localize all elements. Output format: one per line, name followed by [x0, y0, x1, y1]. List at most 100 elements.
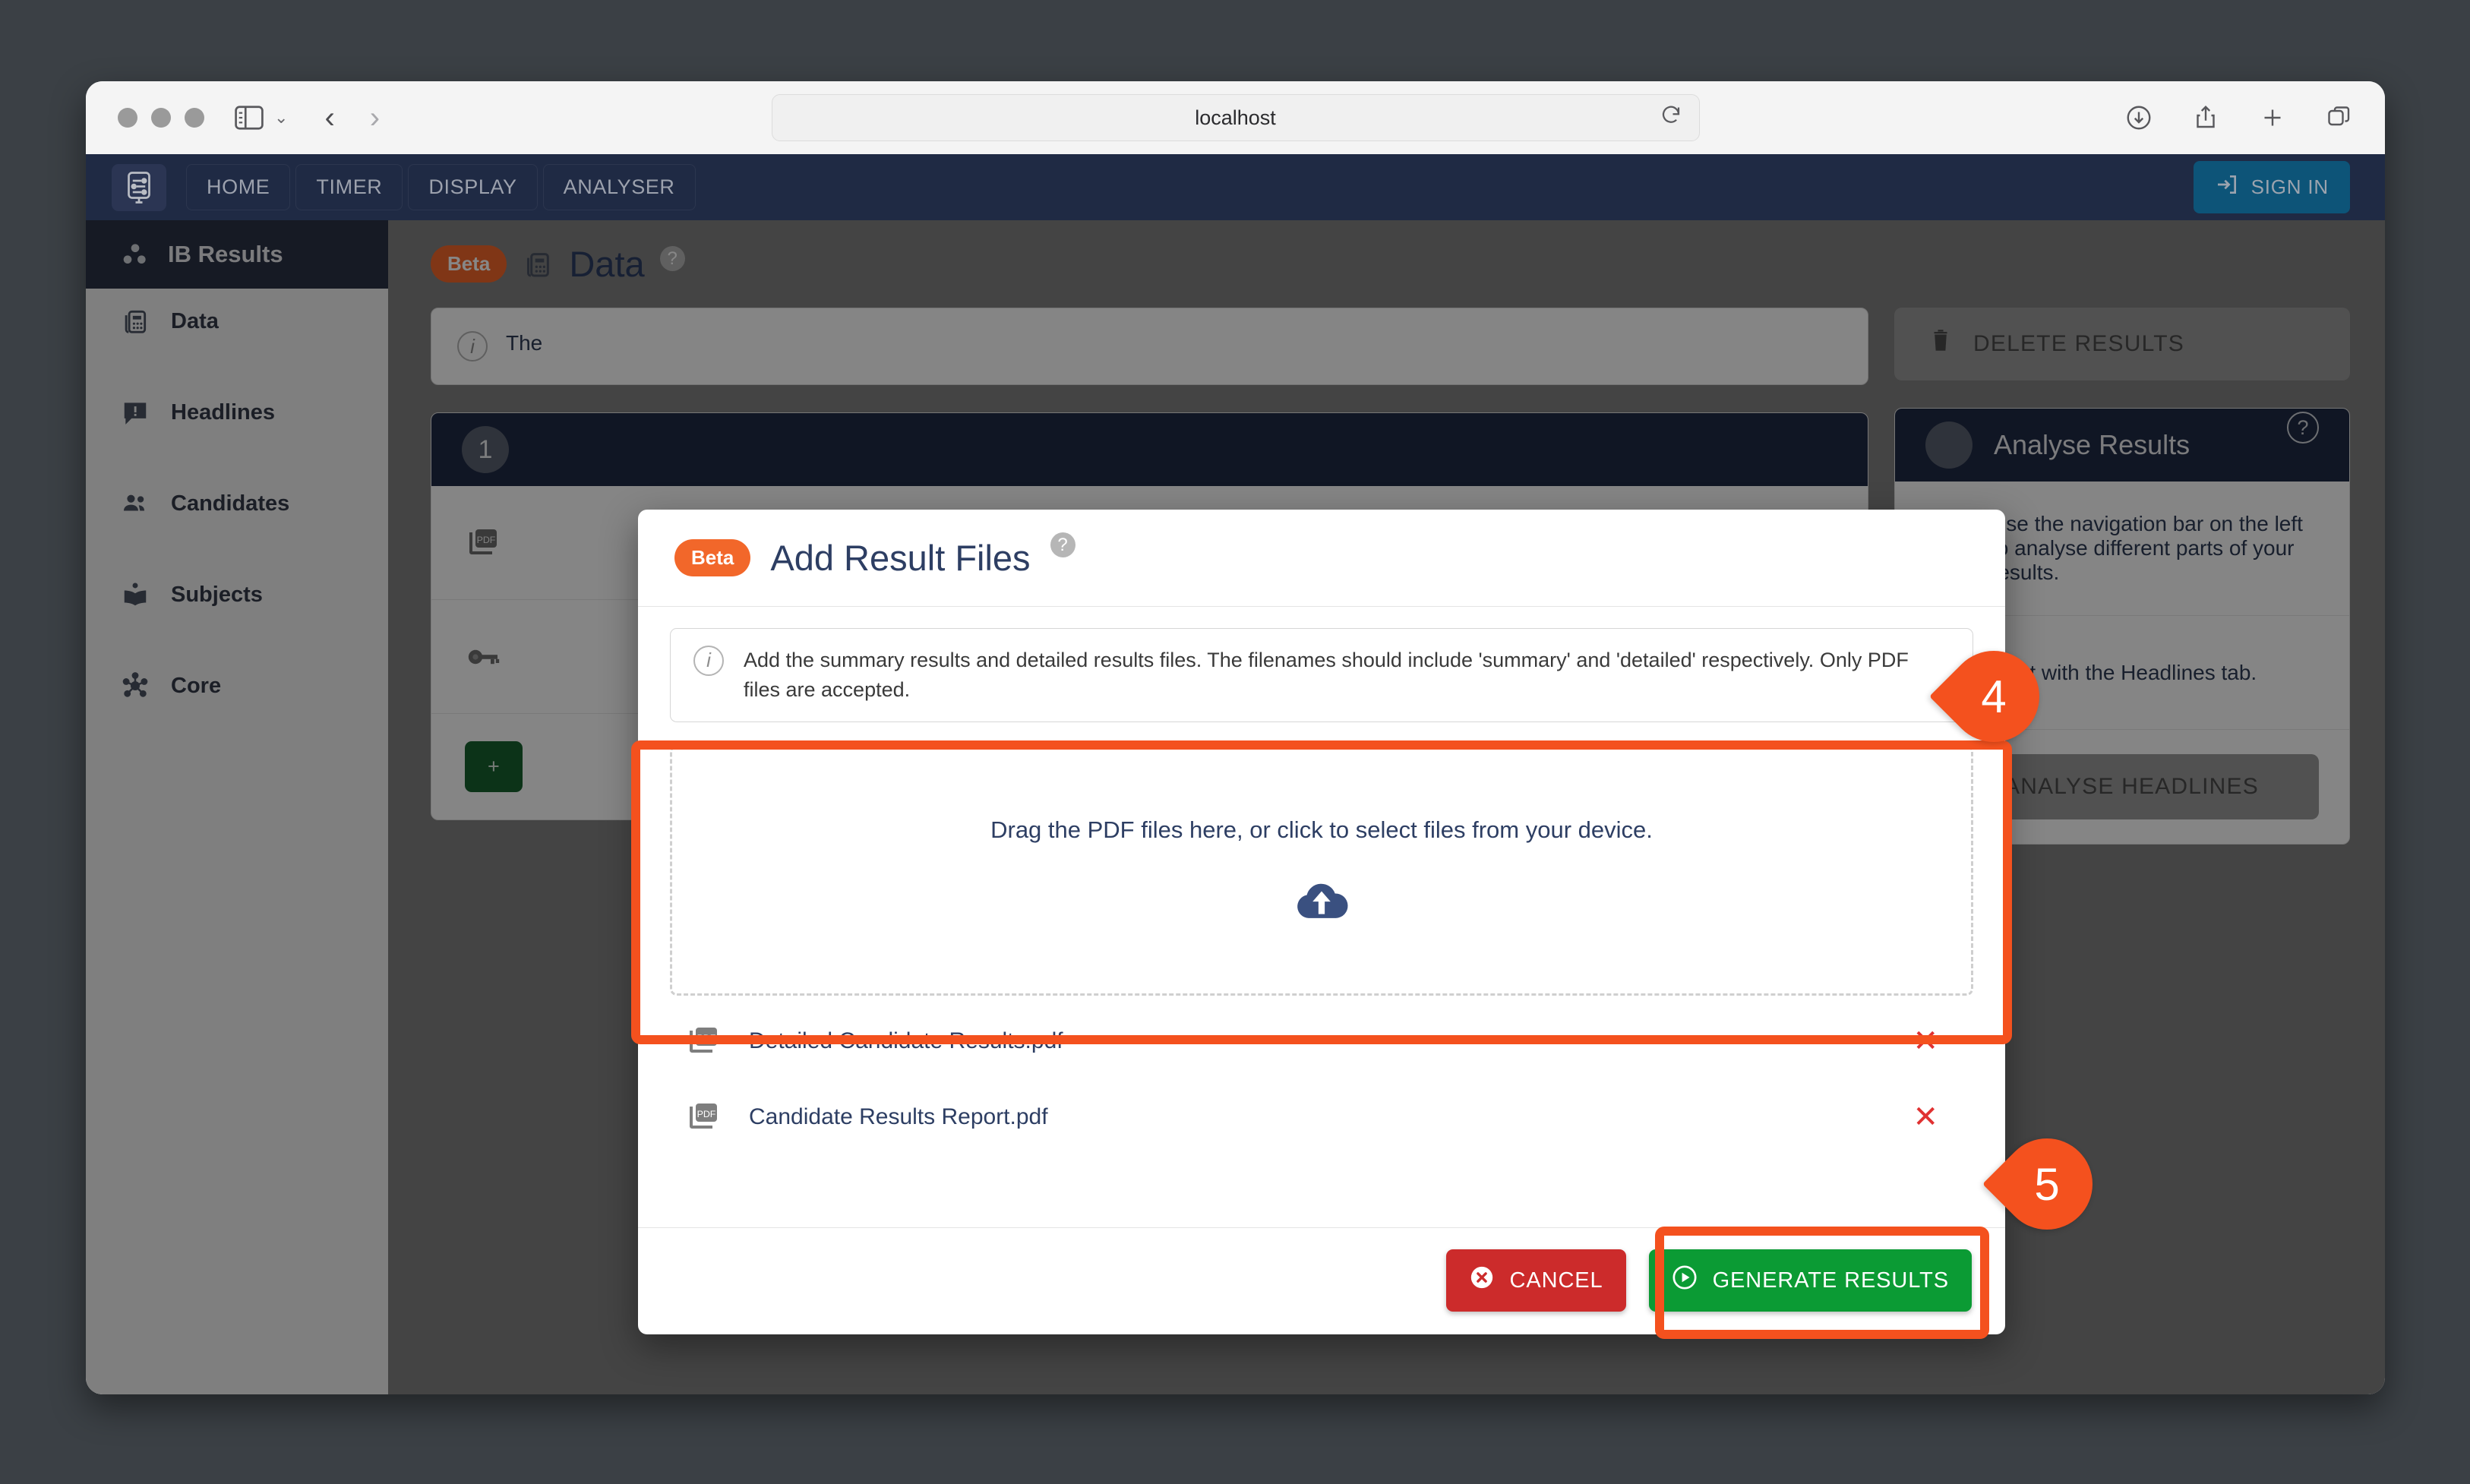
- step-number-badge: 1: [462, 426, 509, 473]
- sidebar-item-data[interactable]: Data: [86, 289, 388, 354]
- sidebar-item-headlines[interactable]: Headlines: [86, 380, 388, 445]
- cancel-label: CANCEL: [1509, 1268, 1603, 1293]
- forward-arrow-icon[interactable]: ›: [370, 103, 380, 133]
- generate-results-button[interactable]: GENERATE RESULTS: [1648, 1249, 1972, 1312]
- url-text: localhost: [1195, 106, 1276, 129]
- add-result-files-button[interactable]: +: [465, 741, 523, 792]
- alert-bubble-icon: [119, 396, 151, 428]
- new-tab-icon[interactable]: [2259, 104, 2286, 131]
- app-logo-icon[interactable]: [112, 163, 166, 211]
- trash-icon: [1928, 328, 1954, 360]
- delete-results-button[interactable]: DELETE RESULTS: [1894, 308, 2350, 380]
- back-arrow-icon[interactable]: ‹: [324, 103, 334, 133]
- close-window-button[interactable]: [118, 108, 137, 128]
- analyse-tip-text: Use the navigation bar on the left to an…: [1991, 512, 2303, 584]
- minimize-window-button[interactable]: [151, 108, 171, 128]
- sidebar-item-core[interactable]: Core: [86, 653, 388, 718]
- sidebar-item-candidates[interactable]: Candidates: [86, 471, 388, 536]
- analyse-results-header: Analyse Results ?: [1895, 409, 2349, 482]
- dialog-header: Beta Add Result Files ?: [638, 510, 2005, 607]
- dialog-title: Add Result Files: [770, 538, 1031, 578]
- dialog-footer: CANCEL GENERATE RESULTS: [638, 1227, 2005, 1334]
- sidebar-title: IB Results: [168, 241, 283, 267]
- play-icon: [1672, 1265, 1698, 1296]
- chevron-down-icon[interactable]: ⌄: [274, 108, 288, 128]
- calculator-icon: [522, 248, 554, 280]
- add-result-files-dialog: Beta Add Result Files ? i Add the summar…: [638, 510, 2005, 1334]
- callout-number: 4: [1981, 671, 2007, 722]
- callout-number: 5: [2034, 1158, 2060, 1210]
- sidebar-item-label: Subjects: [171, 582, 263, 607]
- reload-icon[interactable]: [1660, 104, 1682, 132]
- share-icon[interactable]: [2192, 104, 2219, 131]
- tab-overview-icon[interactable]: [2326, 104, 2353, 131]
- sign-in-button[interactable]: SIGN IN: [2193, 161, 2350, 213]
- app-nav-items[interactable]: HOME TIMER DISPLAY ANALYSER: [186, 164, 696, 210]
- dialog-instructions-text: Add the summary results and detailed res…: [744, 649, 1909, 702]
- svg-text:PDF: PDF: [477, 535, 496, 545]
- dialog-body: i Add the summary results and detailed r…: [638, 607, 2005, 1227]
- app-sidebar: IB Results Data Headlines Candidates Sub…: [86, 220, 388, 1394]
- dropzone-label: Drag the PDF files here, or click to sel…: [990, 816, 1653, 843]
- calculator-icon: [119, 305, 151, 337]
- file-name: Candidate Results Report.pdf: [749, 1104, 1048, 1130]
- analyse-headlines-label: ANALYSE HEADLINES: [2004, 774, 2259, 799]
- ib-results-icon: [119, 238, 151, 270]
- browser-toolbar-right[interactable]: [2125, 104, 2353, 131]
- page-title: Data: [569, 244, 645, 284]
- hub-icon: [119, 670, 151, 702]
- nav-arrows[interactable]: ‹ ›: [324, 103, 380, 133]
- help-icon[interactable]: ?: [2287, 412, 2319, 444]
- analyse-results-title: Analyse Results: [1994, 429, 2190, 460]
- help-icon[interactable]: ?: [659, 246, 685, 271]
- dialog-instructions: i Add the summary results and detailed r…: [670, 628, 1973, 723]
- file-dropzone[interactable]: Drag the PDF files here, or click to sel…: [670, 745, 1973, 996]
- pdf-icon: PDF: [465, 525, 501, 561]
- beta-badge: Beta: [674, 539, 751, 576]
- remove-file-button[interactable]: ✕: [1913, 1026, 1958, 1056]
- upload-step-card-header: 1: [431, 413, 1868, 486]
- cancel-button[interactable]: CANCEL: [1445, 1249, 1626, 1312]
- sidebar-item-label: Data: [171, 308, 219, 333]
- sidebar-item-label: Headlines: [171, 399, 275, 425]
- page-header: Beta Data ?: [431, 243, 2350, 285]
- window-traffic-lights[interactable]: [118, 108, 204, 128]
- pdf-icon: PDF: [685, 1023, 722, 1059]
- sign-in-icon: [2215, 172, 2239, 202]
- nav-item-display[interactable]: DISPLAY: [408, 164, 538, 210]
- page-note-text: The: [506, 331, 543, 355]
- callout-badge-4: 4: [1929, 632, 2058, 761]
- help-icon[interactable]: ?: [1050, 532, 1075, 557]
- info-icon: i: [693, 646, 724, 676]
- page-note: i The: [431, 308, 1868, 385]
- file-name: Detailed Candidate Results.pdf: [749, 1028, 1063, 1054]
- nav-item-timer[interactable]: TIMER: [295, 164, 403, 210]
- nav-item-analyser[interactable]: ANALYSER: [542, 164, 696, 210]
- app-viewport: HOME TIMER DISPLAY ANALYSER SIGN IN IB R…: [86, 154, 2385, 1394]
- sidebar-toggle-icon[interactable]: [235, 106, 264, 130]
- maximize-window-button[interactable]: [185, 108, 204, 128]
- info-icon: i: [457, 331, 488, 362]
- address-bar[interactable]: localhost: [771, 94, 1700, 141]
- svg-text:PDF: PDF: [697, 1109, 716, 1119]
- generate-label: GENERATE RESULTS: [1712, 1268, 1949, 1293]
- downloads-icon[interactable]: [2125, 104, 2153, 131]
- cloud-upload-icon: [1293, 879, 1350, 925]
- browser-window: ⌄ ‹ › localhost HOME TIMER DISPLAY ANALY…: [86, 81, 2385, 1394]
- nav-item-home[interactable]: HOME: [186, 164, 291, 210]
- sidebar-header: IB Results: [86, 220, 388, 289]
- app-top-nav: HOME TIMER DISPLAY ANALYSER SIGN IN: [86, 154, 2385, 220]
- file-list-item[interactable]: PDF Candidate Results Report.pdf ✕: [670, 1079, 1973, 1155]
- pdf-icon: PDF: [685, 1099, 722, 1135]
- analyse-step-badge: [1925, 422, 1973, 469]
- plus-icon: +: [488, 755, 501, 778]
- uploaded-file-list: PDF Detailed Candidate Results.pdf ✕ PDF…: [670, 1003, 1973, 1155]
- beta-badge: Beta: [431, 245, 507, 283]
- people-icon: [119, 488, 151, 519]
- sidebar-item-subjects[interactable]: Subjects: [86, 562, 388, 627]
- file-list-item[interactable]: PDF Detailed Candidate Results.pdf ✕: [670, 1003, 1973, 1079]
- sidebar-item-label: Candidates: [171, 491, 290, 516]
- close-icon: [1469, 1265, 1495, 1296]
- remove-file-button[interactable]: ✕: [1913, 1102, 1958, 1132]
- book-icon: [119, 579, 151, 611]
